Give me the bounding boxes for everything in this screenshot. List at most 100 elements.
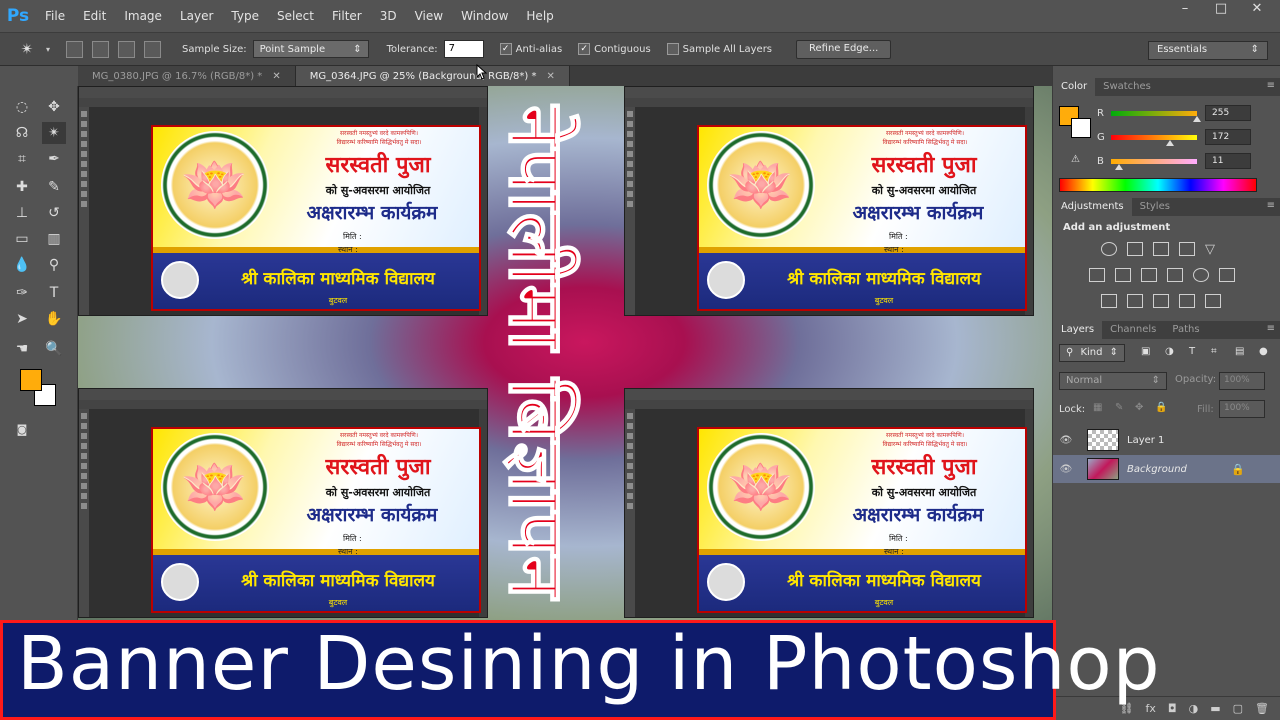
menu-help[interactable]: Help bbox=[517, 0, 562, 32]
filter-type-icon[interactable]: T bbox=[1189, 346, 1195, 357]
type-tool-icon[interactable]: T bbox=[42, 282, 66, 304]
intersect-selection-icon[interactable] bbox=[144, 40, 162, 58]
color-spectrum[interactable] bbox=[1059, 178, 1257, 192]
anti-alias-checkbox[interactable]: ✓ Anti-alias bbox=[499, 43, 562, 55]
green-slider[interactable] bbox=[1111, 134, 1197, 146]
slider-thumb-icon[interactable] bbox=[1166, 139, 1175, 146]
eraser-tool-icon[interactable]: ▭ bbox=[10, 228, 34, 250]
menu-type[interactable]: Type bbox=[222, 0, 268, 32]
slider-thumb-icon[interactable] bbox=[1114, 163, 1123, 170]
move-tool-icon[interactable]: ✥ bbox=[42, 96, 66, 118]
sample-all-layers-checkbox[interactable]: Sample All Layers bbox=[666, 43, 772, 55]
healing-brush-icon[interactable]: ✚ bbox=[10, 176, 34, 198]
new-group-icon[interactable]: ▬ bbox=[1210, 702, 1220, 715]
blue-value[interactable]: 11 bbox=[1205, 153, 1251, 169]
red-slider[interactable] bbox=[1111, 110, 1201, 122]
close-icon[interactable]: ✕ bbox=[272, 71, 280, 82]
pen-tool-icon[interactable]: ✑ bbox=[10, 282, 34, 304]
filter-pixel-icon[interactable]: ▣ bbox=[1141, 346, 1150, 357]
tab-channels[interactable]: Channels bbox=[1102, 321, 1164, 339]
path-selection-icon[interactable]: ➤ bbox=[10, 308, 34, 330]
marquee-tool-icon[interactable]: ◌ bbox=[10, 96, 34, 118]
fill-input[interactable]: 100% bbox=[1219, 400, 1265, 418]
gradient-tool-icon[interactable]: ▥ bbox=[42, 228, 66, 250]
menu-layer[interactable]: Layer bbox=[171, 0, 222, 32]
hue-saturation-icon[interactable] bbox=[1089, 268, 1105, 282]
zoom-tool-icon[interactable]: 🔍 bbox=[42, 338, 66, 360]
tolerance-input[interactable]: 7 bbox=[443, 40, 484, 58]
add-mask-icon[interactable]: ◘ bbox=[1168, 702, 1177, 715]
channel-mixer-icon[interactable] bbox=[1193, 268, 1209, 282]
history-brush-icon[interactable]: ↺ bbox=[42, 202, 66, 224]
exposure-icon[interactable] bbox=[1179, 242, 1195, 256]
tab-swatches[interactable]: Swatches bbox=[1095, 78, 1159, 96]
eye-icon[interactable]: 👁 bbox=[1053, 464, 1079, 475]
blur-tool-icon[interactable]: 💧 bbox=[10, 254, 34, 276]
layer-filter-kind-select[interactable]: ⚲ Kind ⇕ bbox=[1059, 344, 1125, 362]
layer-row[interactable]: 👁 Background 🔒 bbox=[1053, 455, 1280, 483]
menu-edit[interactable]: Edit bbox=[74, 0, 115, 32]
color-lookup-icon[interactable] bbox=[1219, 268, 1235, 282]
layer-row[interactable]: 👁 Layer 1 bbox=[1053, 426, 1280, 454]
panel-menu-icon[interactable]: ≡ bbox=[1267, 80, 1275, 91]
posterize-icon[interactable] bbox=[1127, 294, 1143, 308]
eyedropper-tool-icon[interactable]: ✒ bbox=[42, 148, 66, 170]
close-icon[interactable]: ✕ bbox=[547, 71, 555, 82]
tab-color[interactable]: Color bbox=[1053, 78, 1096, 96]
panel-menu-icon[interactable]: ≡ bbox=[1267, 200, 1275, 211]
document-canvas[interactable]: 🪷 सरस्वती नमस्तुभ्यं वरदे कामरूपिणि। विद्… bbox=[78, 86, 1052, 620]
contiguous-checkbox[interactable]: ✓ Contiguous bbox=[578, 43, 651, 55]
trash-icon[interactable]: 🗑 bbox=[1255, 702, 1269, 715]
eye-icon[interactable]: 👁 bbox=[1053, 435, 1079, 446]
new-selection-icon[interactable] bbox=[66, 40, 84, 58]
blend-mode-select[interactable]: Normal ⇕ bbox=[1059, 372, 1167, 390]
brush-tool-icon[interactable]: ✎ bbox=[42, 176, 66, 198]
foreground-color-swatch[interactable] bbox=[20, 369, 42, 391]
sample-size-select[interactable]: Point Sample ⇕ bbox=[252, 40, 369, 58]
tab-styles[interactable]: Styles bbox=[1132, 198, 1178, 216]
crop-tool-icon[interactable]: ⌗ bbox=[10, 148, 34, 170]
lock-all-icon[interactable]: 🔒 bbox=[1155, 402, 1167, 413]
curves-icon[interactable] bbox=[1153, 242, 1169, 256]
filter-shape-icon[interactable]: ⌗ bbox=[1211, 346, 1217, 357]
clone-stamp-icon[interactable]: ⊥ bbox=[10, 202, 34, 224]
lock-position-icon[interactable]: ✥ bbox=[1135, 402, 1143, 413]
selective-color-icon[interactable] bbox=[1179, 294, 1195, 308]
threshold-icon[interactable] bbox=[1153, 294, 1169, 308]
color-background-swatch[interactable] bbox=[1071, 118, 1091, 138]
lock-transparent-icon[interactable]: ▦ bbox=[1093, 402, 1102, 413]
levels-icon[interactable] bbox=[1127, 242, 1143, 256]
brightness-icon[interactable] bbox=[1101, 242, 1117, 256]
black-white-icon[interactable] bbox=[1141, 268, 1157, 282]
tab-mg-0380[interactable]: MG_0380.JPG @ 16.7% (RGB/8*) * ✕ bbox=[78, 66, 296, 86]
workspace-select[interactable]: Essentials ⇕ bbox=[1148, 41, 1268, 60]
gradient-map-icon[interactable] bbox=[1205, 294, 1221, 308]
menu-view[interactable]: View bbox=[406, 0, 452, 32]
slider-thumb-icon[interactable] bbox=[1193, 115, 1201, 122]
tab-paths[interactable]: Paths bbox=[1164, 321, 1207, 339]
filter-adjustment-icon[interactable]: ◑ bbox=[1165, 346, 1174, 357]
menu-filter[interactable]: Filter bbox=[323, 0, 371, 32]
shape-tool-icon[interactable]: ✋ bbox=[42, 308, 66, 330]
filter-smart-object-icon[interactable]: ▤ bbox=[1235, 346, 1244, 357]
refine-edge-button[interactable]: Refine Edge... bbox=[796, 39, 892, 59]
menu-window[interactable]: Window bbox=[452, 0, 517, 32]
green-value[interactable]: 172 bbox=[1205, 129, 1251, 145]
red-value[interactable]: 255 bbox=[1205, 105, 1251, 121]
panel-menu-icon[interactable]: ≡ bbox=[1267, 323, 1275, 334]
filter-toggle-icon[interactable]: ● bbox=[1259, 346, 1268, 357]
menu-file[interactable]: File bbox=[36, 0, 74, 32]
color-balance-icon[interactable] bbox=[1115, 268, 1131, 282]
quick-mask-icon[interactable]: ◙ bbox=[10, 418, 34, 440]
vibrance-icon[interactable]: ▽ bbox=[1205, 242, 1221, 257]
opacity-input[interactable]: 100% bbox=[1219, 372, 1265, 390]
new-layer-icon[interactable]: ▢ bbox=[1233, 702, 1243, 715]
close-button[interactable]: ✕ bbox=[1244, 0, 1270, 18]
tab-adjustments[interactable]: Adjustments bbox=[1053, 198, 1132, 216]
hand-tool-icon[interactable]: ☚ bbox=[10, 338, 34, 360]
minimize-button[interactable]: – bbox=[1172, 0, 1198, 18]
restore-button[interactable]: □ bbox=[1208, 0, 1234, 18]
photo-filter-icon[interactable] bbox=[1167, 268, 1183, 282]
lock-image-icon[interactable]: ✎ bbox=[1115, 402, 1123, 413]
invert-icon[interactable] bbox=[1101, 294, 1117, 308]
